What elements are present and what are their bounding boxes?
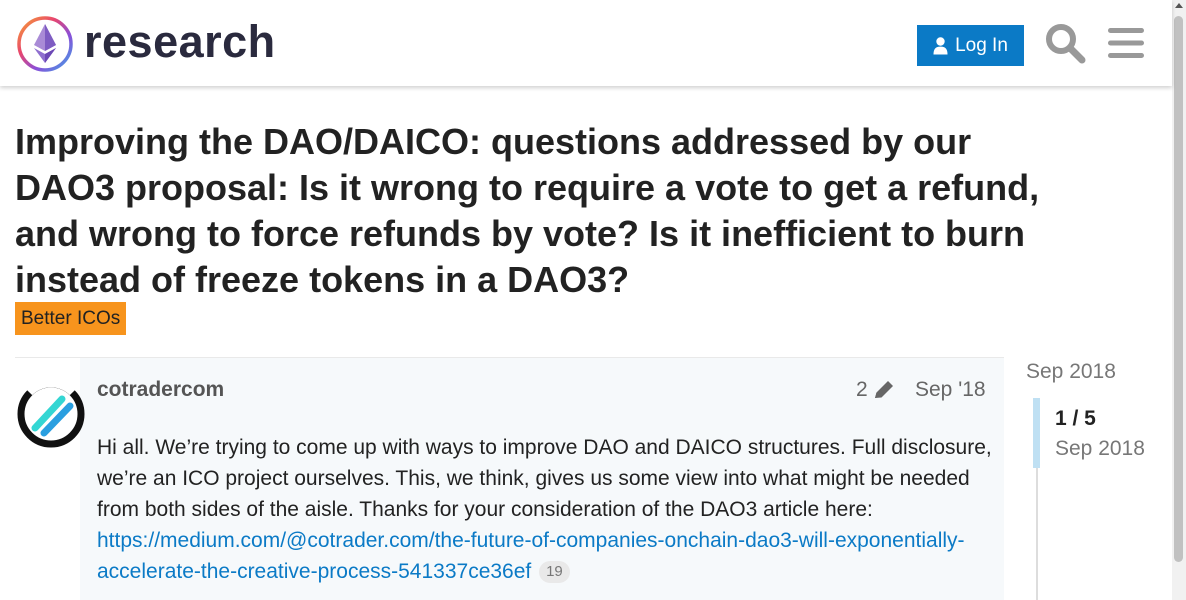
timeline-scroll-handle[interactable]	[1033, 398, 1040, 468]
search-icon[interactable]	[1044, 22, 1086, 64]
scrollbar-thumb[interactable]	[1174, 16, 1183, 562]
timeline-start-date[interactable]: Sep 2018	[1026, 358, 1116, 386]
link-click-count: 19	[539, 561, 570, 583]
pencil-icon	[874, 381, 893, 398]
site-brand-name[interactable]: research	[84, 14, 276, 70]
ethereum-logo[interactable]	[16, 15, 74, 73]
topic-title[interactable]: Improving the DAO/DAICO: questions addre…	[15, 119, 1045, 303]
post-body-text: Hi all. We’re trying to come up with way…	[97, 436, 992, 521]
login-button[interactable]: Log In	[917, 25, 1024, 66]
post-body: Hi all. We’re trying to come up with way…	[97, 432, 997, 587]
edit-count: 2	[856, 378, 868, 401]
post-edit-history[interactable]: 2	[856, 376, 896, 404]
post-author-username[interactable]: cotradercom	[97, 376, 224, 404]
scroll-up-arrow-icon[interactable]	[1175, 3, 1183, 8]
login-button-label: Log In	[955, 34, 1008, 56]
user-icon	[933, 36, 948, 54]
timeline-position: 1 / 5	[1055, 407, 1096, 430]
hamburger-menu-icon[interactable]	[1106, 25, 1146, 61]
category-badge[interactable]: Better ICOs	[15, 302, 127, 335]
timeline-current-date: Sep 2018	[1055, 437, 1145, 460]
user-avatar[interactable]	[16, 379, 86, 449]
page-scrollbar[interactable]	[1172, 0, 1186, 600]
post-date[interactable]: Sep '18	[915, 376, 986, 404]
site-header: research Log In	[0, 0, 1172, 86]
post-article-link[interactable]: https://medium.com/@cotrader.com/the-fut…	[97, 529, 965, 583]
